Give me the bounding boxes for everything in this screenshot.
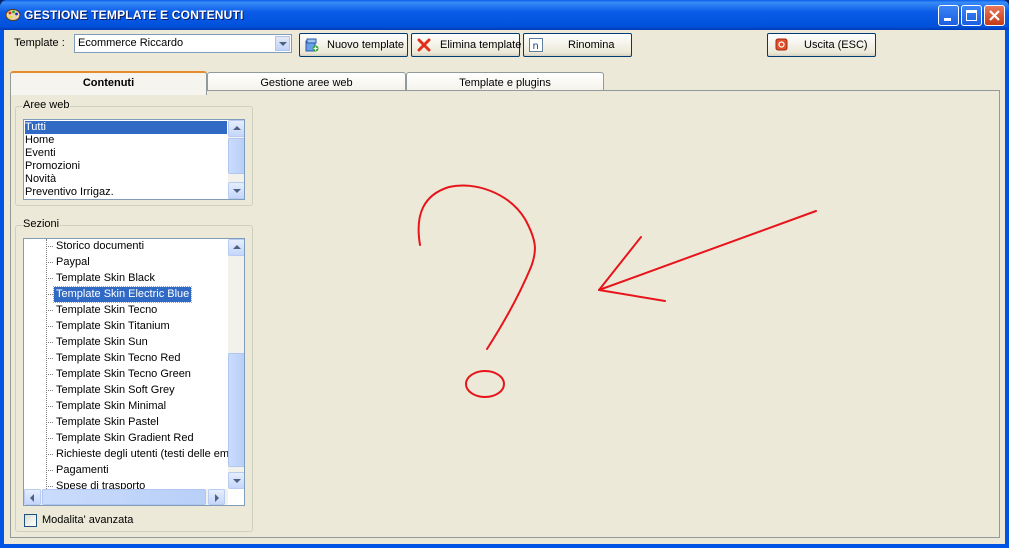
close-button[interactable]	[984, 5, 1005, 26]
palette-icon	[5, 9, 21, 21]
window-title: GESTIONE TEMPLATE E CONTENUTI	[24, 8, 244, 22]
new-template-button[interactable]: Nuovo template	[299, 33, 408, 57]
question-mark-hook	[417, 184, 536, 350]
delete-x-icon	[417, 38, 431, 52]
maximize-button[interactable]	[961, 5, 982, 26]
exit-button[interactable]: Uscita (ESC)	[767, 33, 876, 57]
chevron-down-icon[interactable]	[275, 36, 290, 51]
delete-template-label: Elimina template	[440, 39, 522, 51]
exit-icon	[775, 38, 788, 51]
rename-button[interactable]: n Rinomina	[523, 33, 632, 57]
template-select-value: Ecommerce Riccardo	[78, 37, 184, 49]
template-select[interactable]: Ecommerce Riccardo	[74, 34, 292, 53]
tab-contenuti[interactable]: Contenuti	[10, 71, 207, 95]
tab-contenuti-label: Contenuti	[82, 77, 135, 89]
contenuti-panel: Aree web Tutti Home Eventi Promozioni No…	[10, 90, 1000, 538]
minimize-icon	[944, 18, 951, 21]
delete-template-button[interactable]: Elimina template	[411, 33, 522, 57]
rename-icon: n	[529, 38, 543, 52]
minimize-button[interactable]	[938, 5, 959, 26]
new-template-icon	[305, 38, 319, 52]
question-mark-dot	[465, 370, 505, 398]
client-area: Template : Ecommerce Riccardo Nuovo temp…	[4, 30, 1005, 544]
template-label: Template :	[14, 37, 65, 49]
title-bar[interactable]: GESTIONE TEMPLATE E CONTENUTI	[0, 0, 1009, 30]
maximize-icon	[966, 10, 977, 21]
svg-text:n: n	[533, 41, 539, 52]
rename-label: Rinomina	[568, 39, 615, 51]
tab-gestione-aree-web-label: Gestione aree web	[260, 77, 353, 89]
exit-label: Uscita (ESC)	[804, 39, 868, 51]
close-icon	[989, 10, 1000, 21]
tab-template-e-plugins-label: Template e plugins	[459, 77, 551, 89]
annotation-drawing	[417, 184, 817, 398]
main-window: GESTIONE TEMPLATE E CONTENUTI Template :…	[0, 0, 1009, 548]
new-template-label: Nuovo template	[327, 39, 405, 51]
